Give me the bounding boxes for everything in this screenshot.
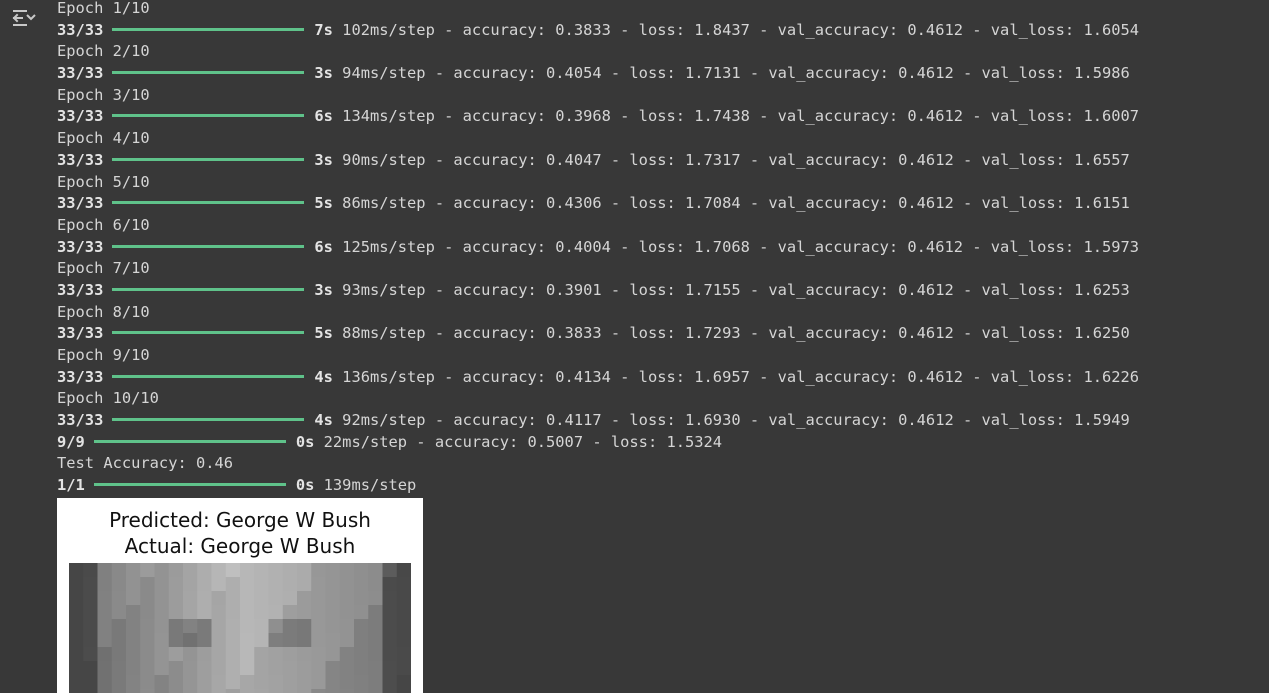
predict-progress-bar	[93, 483, 286, 487]
epoch-progress-bar	[112, 287, 305, 291]
epoch-metrics: 102ms/step - accuracy: 0.3833 - loss: 1.…	[342, 20, 1140, 39]
epoch-progress-bar	[112, 114, 305, 118]
epoch-progress-bar	[112, 71, 305, 75]
epoch-steps: 33/33	[57, 150, 104, 169]
actual-label: Actual: George W Bush	[124, 534, 356, 558]
epoch-metrics: 125ms/step - accuracy: 0.4004 - loss: 1.…	[342, 237, 1140, 256]
epoch-header: Epoch 10/10	[57, 389, 159, 408]
epoch-metrics: 86ms/step - accuracy: 0.4306 - loss: 1.7…	[342, 194, 1130, 213]
epoch-time: 3s	[314, 64, 333, 83]
eval-metrics: 22ms/step - accuracy: 0.5007 - loss: 1.5…	[323, 432, 723, 451]
epoch-steps: 33/33	[57, 280, 104, 299]
epoch-progress-line: 33/33 3s 94ms/step - accuracy: 0.4054 - l…	[57, 63, 1257, 85]
epoch-time: 5s	[314, 324, 333, 343]
epoch-steps: 33/33	[57, 194, 104, 213]
epoch-time: 6s	[314, 237, 333, 256]
prediction-progress-line: 1/1 0s 139ms/step	[57, 475, 1257, 497]
epoch-header: Epoch 2/10	[57, 42, 150, 61]
epoch-metrics: 134ms/step - accuracy: 0.3968 - loss: 1.…	[342, 107, 1140, 126]
evaluation-progress-line: 9/9 0s 22ms/step - accuracy: 0.5007 - los…	[57, 432, 1257, 454]
epoch-header: Epoch 4/10	[57, 129, 150, 148]
epoch-time: 7s	[314, 20, 333, 39]
predict-metrics: 139ms/step	[323, 476, 417, 495]
epoch-metrics: 92ms/step - accuracy: 0.4117 - loss: 1.6…	[342, 411, 1130, 430]
epoch-time: 4s	[314, 367, 333, 386]
epoch-header: Epoch 6/10	[57, 215, 150, 234]
prediction-figure: Predicted: George W Bush Actual: George …	[57, 498, 423, 693]
epoch-progress-bar	[112, 157, 305, 161]
epoch-progress-line: 33/33 4s 136ms/step - accuracy: 0.4134 - …	[57, 367, 1257, 389]
eval-time: 0s	[295, 432, 315, 451]
epoch-time: 4s	[314, 411, 333, 430]
cell-output: Epoch 1/10 33/33 7s 102ms/step - accuracy:…	[57, 0, 1257, 497]
epoch-progress-line: 33/33 5s 88ms/step - accuracy: 0.3833 - l…	[57, 323, 1257, 345]
epoch-progress-line: 33/33 6s 134ms/step - accuracy: 0.3968 - …	[57, 106, 1257, 128]
epoch-progress-bar	[112, 201, 305, 205]
epoch-steps: 33/33	[57, 411, 104, 430]
epoch-progress-bar	[112, 27, 305, 31]
epoch-time: 3s	[314, 280, 333, 299]
epoch-header: Epoch 3/10	[57, 85, 150, 104]
epoch-header: Epoch 8/10	[57, 302, 150, 321]
epoch-steps: 33/33	[57, 237, 104, 256]
predict-time: 0s	[295, 476, 315, 495]
epoch-metrics: 88ms/step - accuracy: 0.3833 - loss: 1.7…	[342, 324, 1130, 343]
eval-progress-bar	[93, 439, 286, 443]
epoch-progress-line: 33/33 4s 92ms/step - accuracy: 0.4117 - l…	[57, 410, 1257, 432]
epoch-steps: 33/33	[57, 107, 104, 126]
epoch-progress-line: 33/33 7s 102ms/step - accuracy: 0.3833 - …	[57, 20, 1257, 42]
epoch-progress-bar	[112, 244, 305, 248]
eval-steps: 9/9	[57, 432, 85, 451]
epoch-time: 6s	[314, 107, 333, 126]
epoch-time: 5s	[314, 194, 333, 213]
epoch-header: Epoch 7/10	[57, 259, 150, 278]
epoch-progress-bar	[112, 331, 305, 335]
epoch-metrics: 90ms/step - accuracy: 0.4047 - loss: 1.7…	[342, 150, 1130, 169]
epoch-metrics: 136ms/step - accuracy: 0.4134 - loss: 1.…	[342, 367, 1140, 386]
epoch-metrics: 94ms/step - accuracy: 0.4054 - loss: 1.7…	[342, 64, 1130, 83]
epoch-steps: 33/33	[57, 367, 104, 386]
training-log: Epoch 1/10 33/33 7s 102ms/step - accuracy:…	[57, 0, 1257, 432]
epoch-steps: 33/33	[57, 20, 104, 39]
face-image	[69, 563, 411, 693]
predicted-label: Predicted: George W Bush	[109, 508, 371, 532]
epoch-time: 3s	[314, 150, 333, 169]
epoch-progress-line: 33/33 5s 86ms/step - accuracy: 0.4306 - l…	[57, 193, 1257, 215]
epoch-progress-bar	[112, 374, 305, 378]
epoch-progress-bar	[112, 418, 305, 422]
epoch-progress-line: 33/33 3s 90ms/step - accuracy: 0.4047 - l…	[57, 150, 1257, 172]
epoch-progress-line: 33/33 6s 125ms/step - accuracy: 0.4004 - …	[57, 237, 1257, 259]
epoch-header: Epoch 1/10	[57, 0, 150, 17]
epoch-header: Epoch 9/10	[57, 346, 150, 364]
predict-steps: 1/1	[57, 476, 85, 495]
epoch-header: Epoch 5/10	[57, 172, 150, 191]
epoch-metrics: 93ms/step - accuracy: 0.3901 - loss: 1.7…	[342, 280, 1130, 299]
epoch-progress-line: 33/33 3s 93ms/step - accuracy: 0.3901 - l…	[57, 280, 1257, 302]
test-accuracy-line: Test Accuracy: 0.46	[57, 454, 234, 473]
epoch-steps: 33/33	[57, 64, 104, 83]
output-collapse-icon[interactable]	[12, 6, 38, 32]
epoch-steps: 33/33	[57, 324, 104, 343]
